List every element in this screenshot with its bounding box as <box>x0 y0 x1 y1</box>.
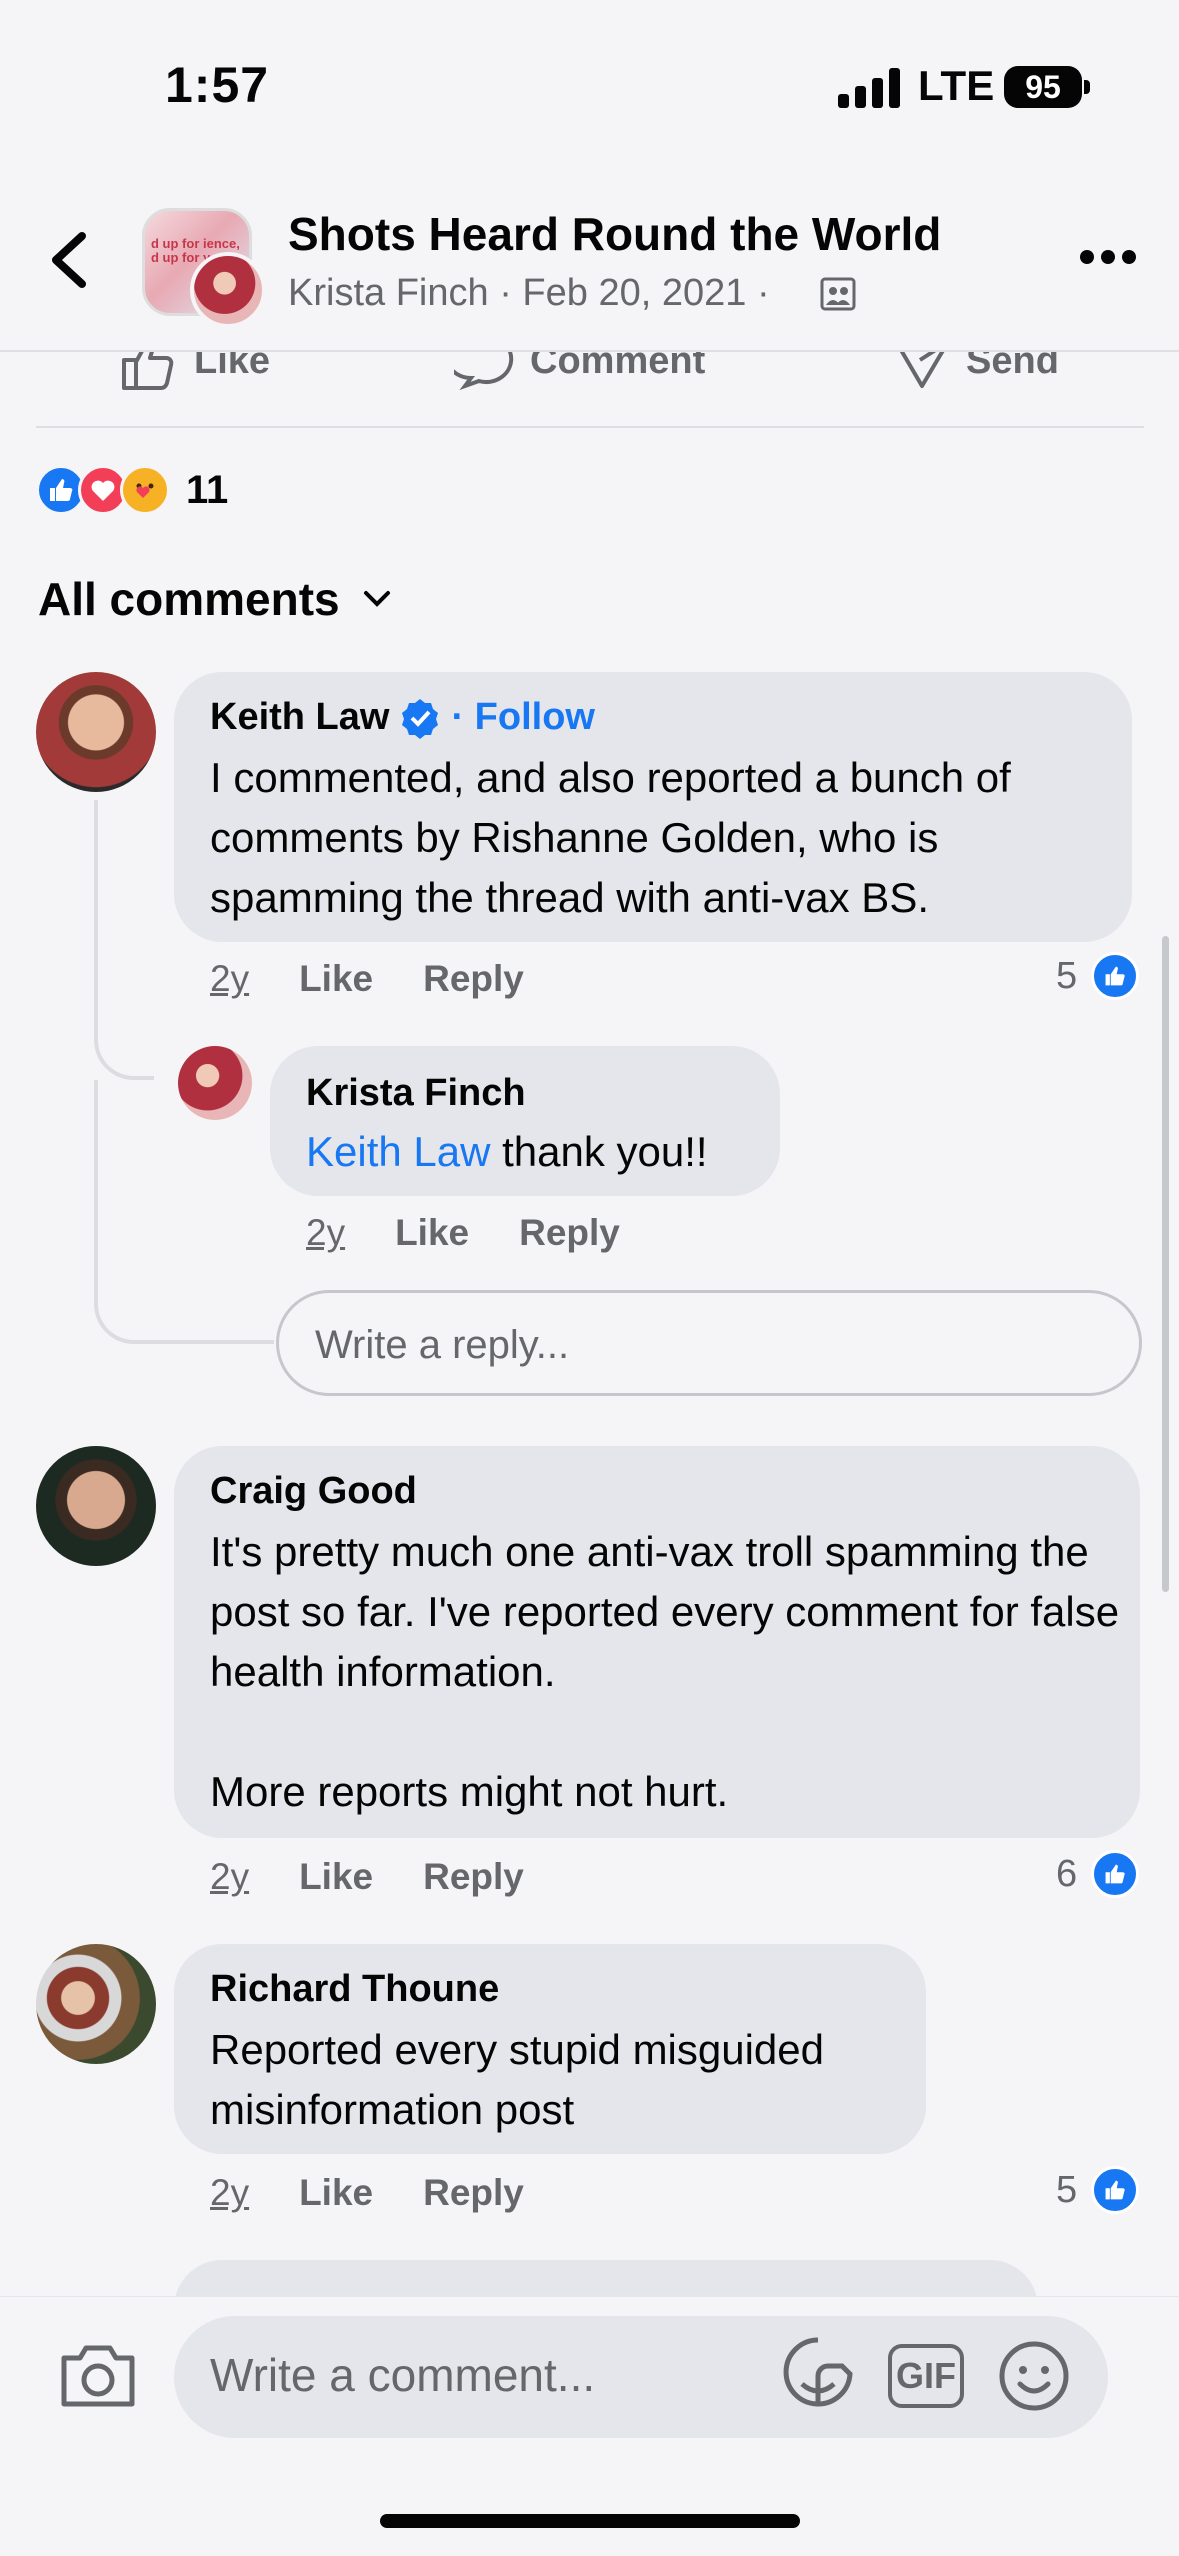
like-badge-icon <box>1091 952 1140 1000</box>
comment-reply-button[interactable]: Reply <box>423 2172 524 2214</box>
send-action[interactable]: Send <box>890 352 1059 392</box>
like-count: 6 <box>1056 1852 1078 1895</box>
commenter-name[interactable]: Krista Finch <box>306 1072 526 1115</box>
reaction-summary[interactable]: 11 <box>36 462 228 518</box>
follow-button[interactable]: · Follow <box>451 696 595 739</box>
scrollbar[interactable] <box>1162 936 1169 1592</box>
commenter-name[interactable]: Keith Law <box>210 696 389 739</box>
divider <box>36 426 1144 428</box>
reply-actions: 2y Like Reply <box>306 1212 620 1254</box>
like-count: 5 <box>1056 954 1078 997</box>
battery-icon: 95 <box>1004 66 1082 108</box>
comment-text: It's pretty much one anti-vax troll spam… <box>210 1528 1120 1695</box>
comment-header: Keith Law · Follow <box>210 696 595 739</box>
chevron-down-icon <box>363 591 390 607</box>
author-avatar[interactable] <box>190 252 266 328</box>
comment-text: More reports might not hurt. <box>210 1768 729 1815</box>
comment-like-count[interactable]: 5 <box>1056 952 1140 1000</box>
comment-like-count[interactable]: 6 <box>1056 1850 1140 1898</box>
like-badge-icon <box>1091 1850 1140 1898</box>
comment-sort-dropdown[interactable]: All comments <box>38 572 392 626</box>
reaction-count: 11 <box>186 467 229 512</box>
reply-input[interactable]: Write a reply... <box>276 1290 1142 1396</box>
comment-sort-label: All comments <box>38 573 340 625</box>
comment-actions: 2y Like Reply <box>210 958 524 1000</box>
post-actions: Like Comment Send <box>0 352 1179 426</box>
comment-input-placeholder: Write a comment... <box>210 2349 596 2401</box>
post-author[interactable]: Krista Finch <box>288 272 489 314</box>
comment-like-count[interactable]: 5 <box>1056 2166 1140 2214</box>
comment-like-button[interactable]: Like <box>395 1212 469 1254</box>
comment-like-button[interactable]: Like <box>299 1856 373 1898</box>
comment-reply-button[interactable]: Reply <box>423 1856 524 1898</box>
comment-age[interactable]: 2y <box>210 1856 249 1898</box>
reply-body: thank you!! <box>490 1128 708 1175</box>
emoji-icon[interactable] <box>998 2340 1070 2412</box>
post-meta: Krista Finch · Feb 20, 2021 · <box>288 272 770 315</box>
avatar-keith-law[interactable] <box>36 672 156 792</box>
signal-icon <box>838 68 900 108</box>
thread-line <box>94 1080 274 1344</box>
like-count: 5 <box>1056 2168 1078 2211</box>
status-time: 1:57 <box>165 57 270 113</box>
comment-icon <box>454 352 514 391</box>
reply-text: Keith Law thank you!! <box>306 1122 708 1182</box>
group-audience-icon <box>820 277 856 311</box>
gif-button[interactable]: GIF <box>888 2344 964 2408</box>
commenter-name[interactable]: Richard Thoune <box>210 1968 499 2011</box>
thread-line <box>94 800 154 1080</box>
comment-actions: 2y Like Reply <box>210 2172 524 2214</box>
page-title[interactable]: Shots Heard Round the World <box>288 207 941 261</box>
battery-nub <box>1084 80 1090 94</box>
meta-separator: · <box>499 272 512 314</box>
comment-age[interactable]: 2y <box>210 958 249 1000</box>
comment-age[interactable]: 2y <box>306 1212 345 1254</box>
avatar-craig-good[interactable] <box>36 1446 156 1566</box>
comment-age[interactable]: 2y <box>210 2172 249 2214</box>
comment-label: Comment <box>530 352 706 382</box>
comment-text: Reported every stupid misguided misinfor… <box>210 2026 825 2133</box>
network-label: LTE <box>918 62 995 109</box>
comment-reply-button[interactable]: Reply <box>519 1212 620 1254</box>
like-label: Like <box>194 352 271 382</box>
comment-reply-button[interactable]: Reply <box>423 958 524 1000</box>
post-date[interactable]: Feb 20, 2021 <box>522 272 746 314</box>
more-options-button[interactable] <box>1080 250 1136 266</box>
like-icon <box>122 352 174 390</box>
send-label: Send <box>966 352 1059 382</box>
meta-separator: · <box>756 272 770 314</box>
verified-badge-icon <box>402 698 439 739</box>
comment-like-button[interactable]: Like <box>299 958 373 1000</box>
home-indicator[interactable] <box>380 2514 800 2528</box>
mention-link[interactable]: Keith Law <box>306 1128 490 1175</box>
comment-text: I commented, and also reported a bunch o… <box>210 754 1011 921</box>
comment-like-button[interactable]: Like <box>299 2172 373 2214</box>
sticker-icon[interactable] <box>780 2336 856 2420</box>
like-action[interactable]: Like <box>118 352 270 392</box>
back-arrow-icon[interactable] <box>46 230 96 290</box>
camera-icon[interactable] <box>58 2340 138 2410</box>
comment-actions: 2y Like Reply <box>210 1856 524 1898</box>
avatar-krista-finch[interactable] <box>178 1046 252 1120</box>
avatar-richard-thoune[interactable] <box>36 1944 156 2064</box>
battery-level: 95 <box>1025 69 1061 105</box>
send-icon <box>899 352 945 388</box>
like-badge-icon <box>1091 2166 1140 2214</box>
commenter-name[interactable]: Craig Good <box>210 1470 417 1513</box>
care-reaction-icon <box>120 465 170 515</box>
comment-action[interactable]: Comment <box>454 352 705 392</box>
